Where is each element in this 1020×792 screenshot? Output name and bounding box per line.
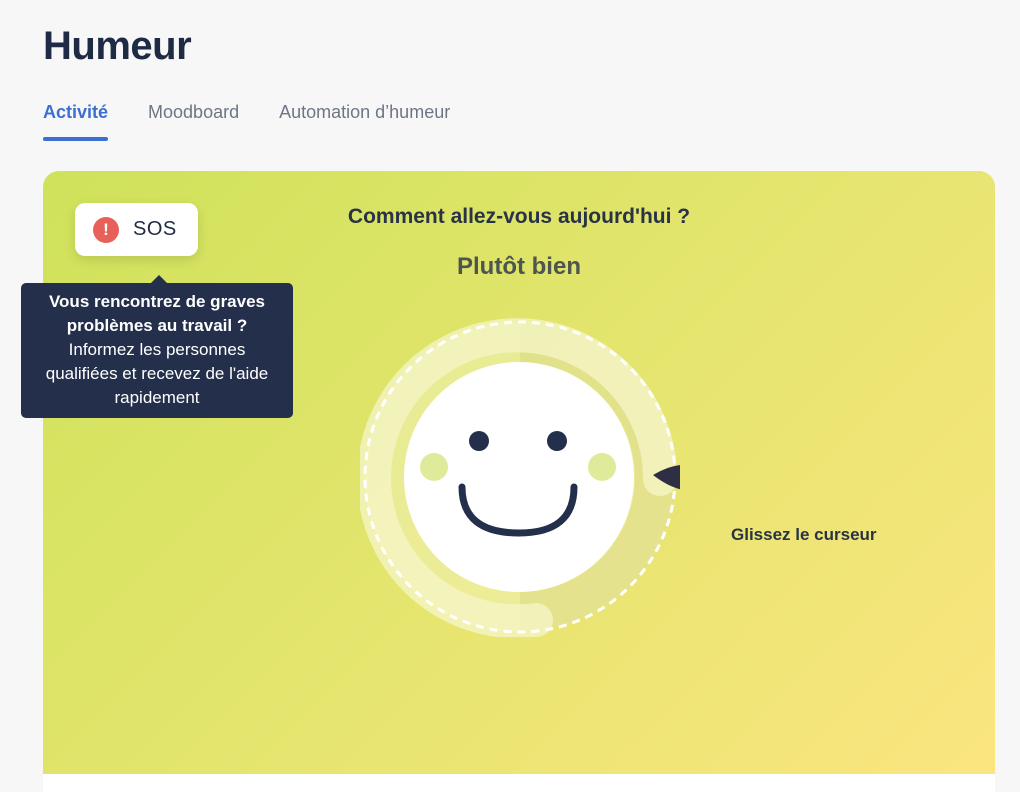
slider-hint: Glissez le curseur [731, 525, 877, 544]
smiley-face-icon [404, 362, 634, 592]
page-title: Humeur [43, 24, 192, 68]
tooltip-title: Vous rencontrez de graves problèmes au t… [48, 292, 266, 335]
mood-question: Comment allez-vous aujourd'hui ? [347, 205, 691, 228]
mood-dial [360, 318, 680, 637]
tab-bar: Activité Moodboard Automation d’humeur [43, 100, 490, 141]
tab-activite[interactable]: Activité [43, 100, 109, 141]
tooltip-body: Informez les personnes qualifiées et rec… [45, 340, 269, 407]
sos-tooltip: Vous rencontrez de graves problèmes au t… [21, 275, 293, 418]
tab-moodboard[interactable]: Moodboard [148, 100, 239, 141]
card-footer [43, 774, 995, 792]
tab-automation-humeur[interactable]: Automation d’humeur [279, 100, 450, 141]
current-mood-label: Plutôt bien [457, 253, 581, 280]
mood-card: ! SOS Vous rencontrez de graves problème… [21, 171, 995, 774]
